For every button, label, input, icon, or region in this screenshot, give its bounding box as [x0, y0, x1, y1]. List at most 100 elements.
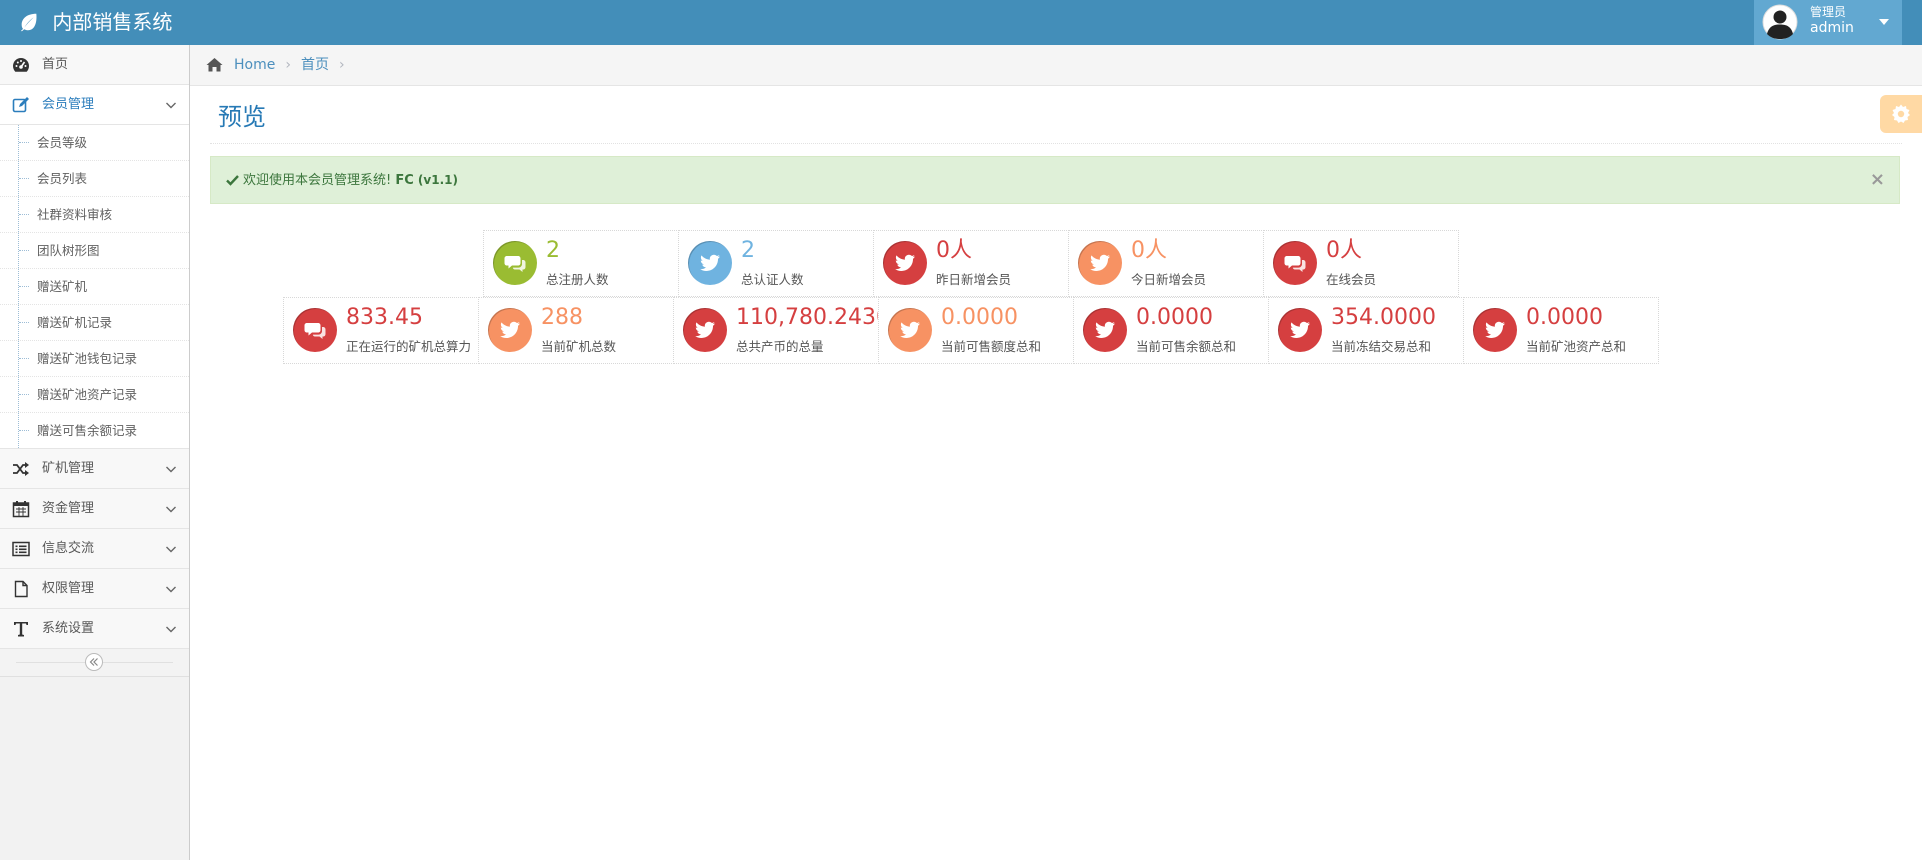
infobox: 0.0000 当前可售额度总和	[878, 297, 1074, 364]
submenu-item-gift-miner-records[interactable]: 赠送矿机记录	[0, 304, 189, 340]
sidebar-item-label: 首页	[42, 57, 69, 72]
infobox-icon-circle	[888, 308, 932, 352]
infobox-value: 0.0000	[1526, 305, 1603, 330]
infobox-label: 正在运行的矿机总算力	[346, 339, 472, 354]
sidebar-collapse-row	[0, 649, 189, 677]
infobox: 0.0000 当前可售余额总和	[1073, 297, 1269, 364]
sidebar-item-miners[interactable]: 矿机管理	[0, 449, 189, 489]
twitter-icon	[1090, 254, 1110, 271]
dashboard-icon	[13, 58, 29, 72]
edit-icon	[12, 97, 29, 113]
sidebar-collapse-button[interactable]	[85, 653, 103, 671]
twitter-icon	[700, 254, 720, 271]
chevron-down-icon	[166, 546, 176, 553]
home-icon	[206, 58, 223, 72]
infobox-icon-circle	[1083, 308, 1127, 352]
infobox-icon-circle	[1278, 308, 1322, 352]
submenu-item-community-review[interactable]: 社群资料审核	[0, 196, 189, 232]
infobox-value: 0人	[1326, 238, 1362, 263]
sidebar-item-label: 信息交流	[42, 541, 95, 556]
breadcrumb-home-link[interactable]: Home	[234, 57, 275, 73]
infobox-icon-circle	[493, 241, 537, 285]
infobox-value: 0.0000	[941, 305, 1018, 330]
sidebar-item-funds[interactable]: 资金管理	[0, 489, 189, 529]
infobox: 0人 昨日新增会员	[873, 230, 1069, 297]
page-title: 预览	[218, 103, 266, 131]
infobox-label: 当前可售余额总和	[1136, 339, 1237, 354]
submenu-item-pool-asset-records[interactable]: 赠送矿池资产记录	[0, 376, 189, 412]
infobox: 833.45 正在运行的矿机总算力	[283, 297, 479, 364]
infobox: 2 总注册人数	[483, 230, 679, 297]
submenu-item-sellable-balance-records[interactable]: 赠送可售余额记录	[0, 412, 189, 448]
submenu-item-pool-wallet-records[interactable]: 赠送矿池钱包记录	[0, 340, 189, 376]
breadcrumb-separator: ›	[338, 57, 345, 73]
twitter-icon	[895, 254, 915, 271]
chevron-down-icon	[166, 102, 176, 109]
infobox: 354.0000 当前冻结交易总和	[1268, 297, 1464, 364]
infobox: 0人 在线会员	[1263, 230, 1459, 297]
infobox-icon-circle	[883, 241, 927, 285]
submenu-item-team-tree[interactable]: 团队树形图	[0, 232, 189, 268]
sidebar-item-permissions[interactable]: 权限管理	[0, 569, 189, 609]
infobox-value: 110,780.2430	[736, 305, 890, 330]
avatar	[1762, 4, 1798, 40]
twitter-icon	[500, 321, 520, 338]
sidebar-item-label: 资金管理	[42, 501, 95, 516]
top-navbar: 内部销售系统 管理员 admin	[0, 0, 1922, 45]
sidebar: 首页 会员管理 会员等级 会员列表 社群资料审核 团队树形图 赠送矿机 赠送矿机…	[0, 45, 190, 860]
comments-icon	[304, 323, 326, 339]
breadcrumb-current-link[interactable]: 首页	[301, 57, 329, 73]
twitter-icon	[1095, 321, 1115, 338]
alert-brand: FC	[395, 173, 414, 188]
alert-close-button[interactable]: ×	[1870, 157, 1885, 203]
infobox-label: 总共产币的总量	[736, 339, 824, 354]
check-icon	[226, 175, 239, 186]
infobox-icon-circle	[688, 241, 732, 285]
infobox: 288 当前矿机总数	[478, 297, 674, 364]
infobox-label: 当前矿机总数	[541, 339, 617, 354]
sidebar-item-label: 权限管理	[42, 581, 95, 596]
file-icon	[14, 580, 28, 598]
calendar-icon	[12, 501, 30, 518]
sidebar-item-home[interactable]: 首页	[0, 45, 189, 85]
sidebar-item-label: 会员管理	[42, 97, 95, 112]
sidebar-item-members[interactable]: 会员管理	[0, 85, 189, 125]
user-name: admin	[1810, 20, 1854, 36]
infobox-value: 0.0000	[1136, 305, 1213, 330]
infobox-label: 总注册人数	[546, 272, 609, 287]
infobox-value: 0人	[1131, 238, 1167, 263]
shuffle-icon	[13, 462, 29, 476]
breadcrumb: Home › 首页 ›	[190, 45, 1922, 86]
list-alt-icon	[12, 541, 30, 557]
infobox: 110,780.2430 总共产币的总量	[673, 297, 890, 364]
sidebar-item-messages[interactable]: 信息交流	[0, 529, 189, 569]
text-icon	[14, 622, 28, 637]
chevron-down-icon	[166, 506, 176, 513]
infobox-label: 当前矿池资产总和	[1526, 339, 1627, 354]
user-menu[interactable]: 管理员 admin	[1754, 0, 1902, 45]
chevron-down-icon	[166, 586, 176, 593]
submenu-item-member-level[interactable]: 会员等级	[0, 125, 189, 160]
leaf-icon	[20, 13, 37, 32]
twitter-icon	[1290, 321, 1310, 338]
sidebar-item-settings[interactable]: 系统设置	[0, 609, 189, 649]
brand[interactable]: 内部销售系统	[18, 0, 172, 45]
twitter-icon	[1485, 321, 1505, 338]
alert-message: 欢迎使用本会员管理系统! FC (v1.1)	[243, 157, 458, 204]
infobox-icon-circle	[293, 308, 337, 352]
infobox-label: 昨日新增会员	[936, 272, 1012, 287]
submenu-item-member-list[interactable]: 会员列表	[0, 160, 189, 196]
infobox-value: 2	[546, 238, 560, 263]
double-angle-left-icon	[89, 658, 98, 666]
twitter-icon	[695, 321, 715, 338]
user-role: 管理员	[1810, 5, 1847, 19]
infobox-icon-circle	[1078, 241, 1122, 285]
infobox: 0.0000 当前矿池资产总和	[1463, 297, 1659, 364]
submenu-item-gift-miner[interactable]: 赠送矿机	[0, 268, 189, 304]
app-title: 内部销售系统	[52, 10, 173, 34]
welcome-alert: 欢迎使用本会员管理系统! FC (v1.1) ×	[210, 156, 1900, 204]
infobox-icon-circle	[1273, 241, 1317, 285]
comments-icon	[1284, 256, 1306, 272]
infobox-value: 288	[541, 305, 583, 330]
infobox-icon-circle	[683, 308, 727, 352]
